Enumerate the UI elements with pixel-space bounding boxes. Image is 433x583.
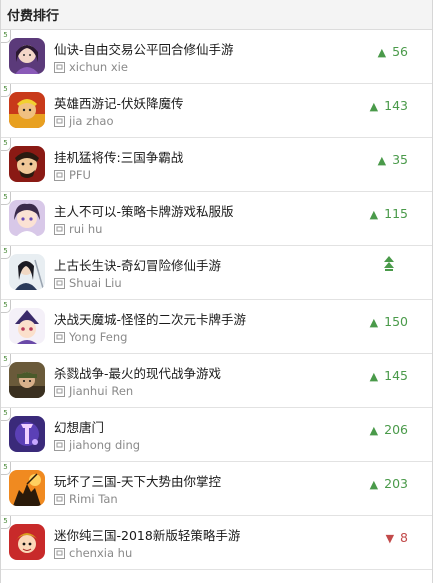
cultivator-girl-icon[interactable] (9, 38, 45, 74)
down-arrow-icon: ▼ (385, 532, 395, 545)
rank-change-value: 206 (384, 422, 408, 437)
rank-change-value: 203 (384, 476, 408, 491)
app-title[interactable]: 挂机猛将传:三国争霸战 (54, 147, 183, 166)
developer-icon (54, 61, 65, 73)
anime-girl-icon[interactable] (9, 200, 45, 236)
up-arrow-icon: ▲ (369, 424, 379, 437)
rank-change-value: 8 (400, 530, 408, 545)
developer-name: Rimi Tan (69, 492, 118, 506)
up-arrow-icon: ▲ (369, 316, 379, 329)
developer-line: jia zhao (54, 114, 114, 128)
chibi-mage-icon[interactable] (9, 308, 45, 344)
list-item[interactable]: 5 仙诀-自由交易公平回合修仙手游 xichun xie ▲ 56 (1, 30, 432, 84)
list-item[interactable]: 5 迷你纯三国-2018新版轻策略手游 chenxia hu ▼ 8 (1, 516, 432, 570)
developer-line: Yong Feng (54, 330, 127, 344)
rank-change-value: 150 (384, 314, 408, 329)
developer-line: jiahong ding (54, 438, 140, 452)
developer-line: Jianhui Ren (54, 384, 133, 398)
rank-change: ▲ 145 (370, 368, 408, 383)
developer-name: rui hu (69, 222, 103, 236)
developer-line: Shuai Liu (54, 276, 122, 290)
rank-change-value: 145 (384, 368, 408, 383)
developer-icon (54, 547, 65, 559)
developer-icon (54, 331, 65, 343)
app-title[interactable]: 上古长生诀-奇幻冒险修仙手游 (54, 255, 221, 274)
developer-line: chenxia hu (54, 546, 132, 560)
rank-change-value: 56 (392, 44, 408, 59)
list-item[interactable]: 5 幻想唐门 jiahong ding ▲ 206 (1, 408, 432, 462)
developer-name: xichun xie (69, 60, 128, 74)
app-title[interactable]: 幻想唐门 (54, 417, 104, 436)
developer-name: Jianhui Ren (69, 384, 134, 398)
developer-icon (54, 439, 65, 451)
developer-icon (54, 169, 65, 181)
developer-name: Yong Feng (69, 330, 128, 344)
app-title[interactable]: 英雄西游记-伏妖降魔传 (54, 93, 184, 112)
developer-name: PFU (69, 168, 91, 182)
rank-change: ▲ 206 (370, 422, 408, 437)
rank-change: ▲ 35 (378, 152, 408, 167)
app-title[interactable]: 玩坏了三国-天下大势由你掌控 (54, 471, 221, 490)
list-item[interactable]: 5 主人不可以-策略卡牌游戏私服版 rui hu ▲ 115 (1, 192, 432, 246)
developer-icon (54, 277, 65, 289)
rank-change: ▲ 203 (370, 476, 408, 491)
rank-change: ▲ 150 (370, 314, 408, 329)
developer-icon (54, 223, 65, 235)
developer-icon (54, 115, 65, 127)
up-arrow-icon: ▲ (369, 478, 379, 491)
app-list: 5 仙诀-自由交易公平回合修仙手游 xichun xie ▲ 56 5 英雄西游… (1, 30, 432, 570)
warrior-silhouette-icon[interactable] (9, 470, 45, 506)
up-arrow-icon: ▲ (369, 208, 379, 221)
developer-name: jia zhao (69, 114, 114, 128)
mini-general-icon[interactable] (9, 524, 45, 560)
rank-change-value: 143 (384, 98, 408, 113)
up-arrow-icon: ▲ (369, 100, 379, 113)
list-item[interactable]: 5 杀戮战争-最火的现代战争游戏 Jianhui Ren ▲ 145 (1, 354, 432, 408)
rank-change: ▼ 8 (386, 530, 408, 545)
paid-ranking-panel: 付费排行 5 仙诀-自由交易公平回合修仙手游 xichun xie ▲ 56 5… (0, 0, 433, 583)
developer-icon (54, 493, 65, 505)
up-arrow-icon: ▲ (369, 370, 379, 383)
developer-line: PFU (54, 168, 91, 182)
list-item[interactable]: 5 玩坏了三国-天下大势由你掌控 Rimi Tan ▲ 203 (1, 462, 432, 516)
rank-change: ▲ 56 (378, 44, 408, 59)
rank-change-value: 115 (384, 206, 408, 221)
new-entry-icon (384, 256, 394, 274)
developer-line: xichun xie (54, 60, 128, 74)
list-item[interactable]: 5 英雄西游记-伏妖降魔传 jia zhao ▲ 143 (1, 84, 432, 138)
up-arrow-icon: ▲ (377, 46, 387, 59)
developer-line: rui hu (54, 222, 102, 236)
app-title[interactable]: 仙诀-自由交易公平回合修仙手游 (54, 39, 234, 58)
developer-name: Shuai Liu (69, 276, 122, 290)
rank-change: ▲ 143 (370, 98, 408, 113)
list-item[interactable]: 5 决战天魔城-怪怪的二次元卡牌手游 Yong Feng ▲ 150 (1, 300, 432, 354)
general-warrior-icon[interactable] (9, 146, 45, 182)
app-title[interactable]: 决战天魔城-怪怪的二次元卡牌手游 (54, 309, 246, 328)
soldier-icon[interactable] (9, 362, 45, 398)
app-title[interactable]: 主人不可以-策略卡牌游戏私服版 (54, 201, 234, 220)
developer-line: Rimi Tan (54, 492, 118, 506)
app-title[interactable]: 迷你纯三国-2018新版轻策略手游 (54, 525, 240, 544)
list-item[interactable]: 5 上古长生诀-奇幻冒险修仙手游 Shuai Liu (1, 246, 432, 300)
panel-title: 付费排行 (7, 9, 60, 24)
up-arrow-icon: ▲ (377, 154, 387, 167)
developer-icon (54, 385, 65, 397)
app-title[interactable]: 杀戮战争-最火的现代战争游戏 (54, 363, 221, 382)
tang-sect-icon[interactable] (9, 416, 45, 452)
panel-header: 付费排行 (1, 0, 432, 30)
rank-change-value: 35 (392, 152, 408, 167)
rank-change: ▲ 115 (370, 206, 408, 221)
developer-name: chenxia hu (69, 546, 133, 560)
next-row-partial (1, 570, 432, 583)
list-item[interactable]: 5 挂机猛将传:三国争霸战 PFU ▲ 35 (1, 138, 432, 192)
swordsman-icon[interactable] (9, 254, 45, 290)
developer-name: jiahong ding (69, 438, 141, 452)
monkey-king-icon[interactable] (9, 92, 45, 128)
